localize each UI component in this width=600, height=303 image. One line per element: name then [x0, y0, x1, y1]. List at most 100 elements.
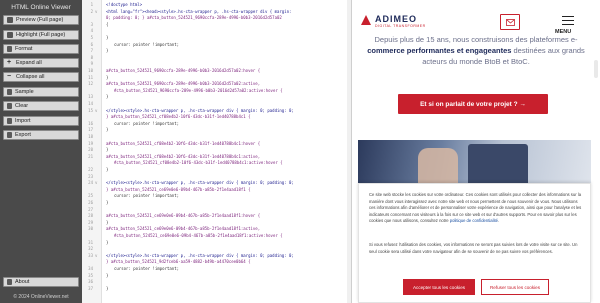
code-line[interactable]: 33 v </style><style>.hs-cta-wrapper p, .hs…: [82, 253, 351, 259]
import-button[interactable]: Import: [3, 116, 79, 126]
code-line[interactable]: 26}: [82, 200, 351, 206]
code-line[interactable]: 14: [82, 101, 351, 107]
code-line[interactable]: } a#cta_button_524521_ce69e0e6-09b4-467b…: [82, 187, 351, 193]
code-line[interactable]: 17}: [82, 127, 351, 133]
code-text: }: [106, 74, 109, 80]
code-text: a#cta_button_524521_ce69e0e6-09b4-467b-a…: [106, 213, 261, 219]
button-label: Format: [15, 46, 33, 52]
code-text: cursor: pointer !important;: [114, 120, 180, 126]
code-line[interactable]: 6 cursor: pointer !important;: [82, 42, 351, 48]
sample-button[interactable]: Sample: [3, 87, 79, 97]
code-line[interactable]: 19 a#cta_button_524521_cf08e4b2-10f6-43dc…: [82, 141, 351, 147]
collapse-icon: −: [7, 73, 12, 80]
code-line[interactable]: 12 a#cta_button_524521_9690ccfa-289e-4996…: [82, 81, 351, 87]
code-line[interactable]: 21 a#cta_button_524521_cf08e4b2-10f6-43dc…: [82, 154, 351, 160]
code-text: } a#cta_button_524521_cf08e4b2-10f6-43dc…: [106, 114, 251, 120]
code-text: }: [106, 272, 109, 278]
code-line[interactable]: 34 cursor: pointer !important;: [82, 266, 351, 272]
contact-mail-button[interactable]: [500, 14, 520, 30]
code-line[interactable]: 7}: [82, 48, 351, 54]
code-text: }: [106, 94, 109, 100]
code-text: }: [106, 200, 109, 205]
line-number: 21: [88, 153, 93, 159]
code-text: a#cta_button_524521_cf08e4b2-10f6-43dc-b…: [106, 140, 261, 146]
preview-full-page-button[interactable]: Preview (Full page): [3, 15, 79, 25]
code-line[interactable]: 15 v </style><style>.hs-cta-wrapper p, .hs…: [82, 108, 351, 114]
code-line[interactable]: 35}: [82, 273, 351, 279]
code-line[interactable]: 27: [82, 207, 351, 213]
hero-text: Depuis plus de 15 ans, nous construisons…: [366, 34, 586, 67]
preview-scrollbar[interactable]: [594, 60, 598, 78]
code-line[interactable]: 18: [82, 134, 351, 140]
code-line[interactable]: 1 <!doctype html>: [82, 2, 351, 8]
code-line[interactable]: } a#cta_button_524521_cf08e4b2-10f6-43dc…: [82, 114, 351, 120]
line-number: 19: [88, 140, 93, 146]
code-line[interactable]: 22}: [82, 167, 351, 173]
sample-icon: [7, 89, 12, 95]
hand-image: [418, 148, 458, 188]
line-number: 35: [88, 272, 93, 278]
code-line[interactable]: 5}: [82, 35, 351, 41]
code-line[interactable]: 3{: [82, 22, 351, 28]
code-line[interactable]: } a#cta_button_524521_9d2fceb6-aa59-4882…: [82, 259, 351, 265]
preview-pane: ADIMEO DIGITAL TRANSFORMER MENU Depuis p…: [351, 0, 600, 303]
code-line[interactable]: 25 cursor: pointer !important;: [82, 193, 351, 199]
export-button[interactable]: Export: [3, 130, 79, 140]
site-logo[interactable]: ADIMEO: [375, 14, 417, 24]
code-line[interactable]: 10 a#cta_button_524521_9690ccfa-289e-4996…: [82, 68, 351, 74]
clear-icon: [7, 103, 12, 109]
code-line[interactable]: #cta_button_524521_ce69e0e6-09b4-467b-a8…: [82, 233, 351, 239]
line-number: 10: [88, 68, 93, 73]
menu-bar-icon: [562, 24, 574, 25]
code-line[interactable]: 30 a#cta_button_524521_ce69e0e6-09b4-467b…: [82, 226, 351, 232]
format-button[interactable]: Format: [3, 44, 79, 54]
code-line[interactable]: 36: [82, 279, 351, 285]
highlight-full-page-button[interactable]: Highlight (Full page): [3, 30, 79, 40]
code-line[interactable]: 13}: [82, 94, 351, 100]
hero-line-2-rest: destinées aux grands: [511, 46, 585, 55]
code-line[interactable]: 0; padding: 0; } a#cta_button_524521_969…: [82, 15, 351, 21]
code-line[interactable]: 11}: [82, 75, 351, 81]
mail-icon: [505, 18, 515, 26]
code-text: {: [106, 21, 109, 27]
code-line[interactable]: 4: [82, 28, 351, 34]
code-line[interactable]: 9: [82, 61, 351, 67]
code-line[interactable]: 32: [82, 246, 351, 252]
code-line[interactable]: 23: [82, 174, 351, 180]
code-line[interactable]: 24 v </style><style>.hs-cta-wrapper p, .hs…: [82, 180, 351, 186]
adimeo-logo-icon: [361, 15, 371, 25]
accept-cookies-button[interactable]: Accepter tous les cookies: [403, 279, 475, 295]
code-editor[interactable]: 1 <!doctype html> 2 v <html lang="fr"><head>…: [82, 0, 351, 303]
cookie-banner: Ce site web stocke les cookies sur votre…: [358, 183, 591, 303]
code-line[interactable]: 8: [82, 55, 351, 61]
code-line[interactable]: #cta_button_524521_9690ccfa-289e-4996-b0…: [82, 88, 351, 94]
code-text: }: [106, 35, 109, 40]
line-number: 14: [88, 101, 93, 106]
code-text: <!doctype html>: [106, 2, 143, 7]
code-line[interactable]: 37}: [82, 286, 351, 292]
code-line[interactable]: 2 v <html lang="fr"><head><style>.hs-cta-w…: [82, 9, 351, 15]
line-number: 4: [90, 28, 93, 34]
about-button[interactable]: About: [3, 277, 79, 287]
refuse-cookies-button[interactable]: Refuser tous les cookies: [481, 279, 549, 295]
collapse-all-button[interactable]: − Collapse all: [3, 72, 79, 82]
code-line[interactable]: 16 cursor: pointer !important;: [82, 121, 351, 127]
highlight-icon: [7, 32, 13, 38]
code-line[interactable]: 28 a#cta_button_524521_ce69e0e6-09b4-467b…: [82, 213, 351, 219]
hero-image: [358, 140, 591, 188]
code-line[interactable]: #cta_button_524521_cf08e4b2-10f6-43dc-b3…: [82, 160, 351, 166]
clear-button[interactable]: Clear: [3, 101, 79, 111]
fold-toggle-icon[interactable]: v: [95, 253, 97, 259]
code-line[interactable]: 29}: [82, 220, 351, 226]
code-text: cursor: pointer !important;: [114, 41, 180, 47]
fold-toggle-icon[interactable]: v: [95, 180, 97, 186]
privacy-policy-link[interactable]: politique de confidentialité: [450, 218, 498, 223]
project-cta-button[interactable]: Et si on parlait de votre projet ? →: [398, 94, 548, 114]
fold-toggle-icon[interactable]: v: [95, 108, 97, 114]
line-number: 37: [88, 285, 93, 291]
line-number: 17: [88, 127, 93, 133]
expand-all-button[interactable]: + Expand all: [3, 58, 79, 68]
code-line[interactable]: 31}: [82, 240, 351, 246]
fold-toggle-icon[interactable]: v: [95, 9, 97, 15]
code-line[interactable]: 20}: [82, 147, 351, 153]
